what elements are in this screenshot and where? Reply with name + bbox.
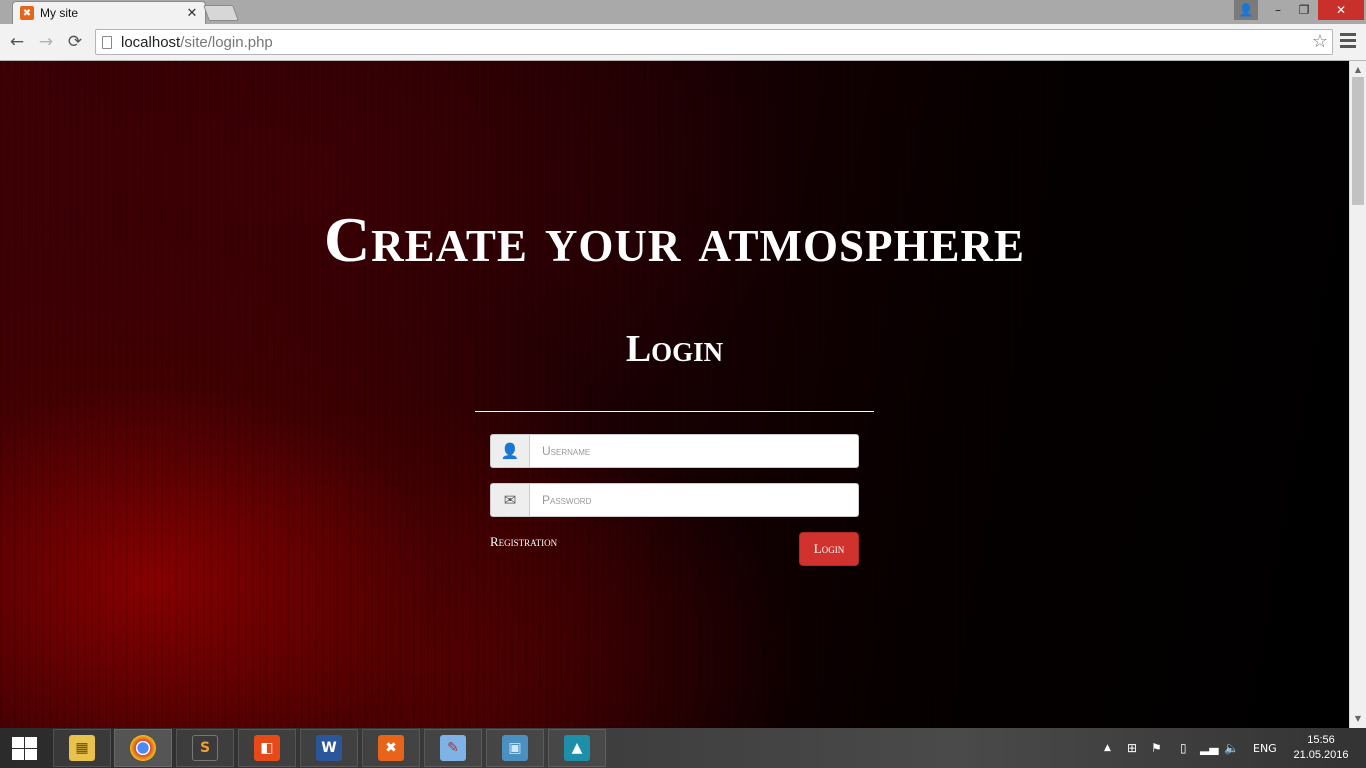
volume-icon[interactable]: 🔈: [1224, 728, 1239, 768]
login-button[interactable]: Login: [799, 532, 859, 566]
image-viewer-icon: ▲: [564, 735, 590, 761]
clock-time: 15:56: [1307, 734, 1335, 746]
action-center-flag-icon[interactable]: ⚑: [1151, 728, 1162, 768]
windows-taskbar: ▦ S ◧ W ✖ ✎ ▣ ▲ ▲ ⊞ ⚑ ▯ ▂▄ 🔈 ENG 15:56 2…: [0, 728, 1366, 768]
password-input[interactable]: [530, 484, 858, 516]
folder-icon: ▦: [69, 735, 95, 761]
xampp-icon: ✖: [378, 735, 404, 761]
taskbar-office[interactable]: ◧: [238, 729, 296, 767]
page-icon: [102, 35, 112, 49]
reload-icon[interactable]: ⟳: [65, 32, 85, 52]
scroll-down-arrow-icon[interactable]: ▼: [1353, 714, 1363, 724]
envelope-icon: ✉: [491, 484, 530, 516]
battery-icon[interactable]: ▯: [1180, 728, 1187, 768]
minimize-button[interactable]: –: [1266, 0, 1290, 20]
taskbar-photos[interactable]: ▣: [486, 729, 544, 767]
network-signal-icon[interactable]: ▂▄: [1200, 728, 1218, 768]
new-tab-button[interactable]: [203, 5, 239, 21]
chrome-icon: [130, 735, 156, 761]
vertical-scrollbar[interactable]: ▲ ▼: [1349, 61, 1366, 728]
tab-my-site[interactable]: ✖ My site ✕: [12, 1, 206, 24]
username-input[interactable]: [530, 435, 858, 467]
url-host: localhost: [121, 33, 181, 51]
scrollbar-thumb[interactable]: [1352, 77, 1364, 205]
password-field-group: ✉: [490, 483, 859, 517]
windows-start-icon[interactable]: [10, 736, 38, 760]
registration-link[interactable]: Registration: [490, 534, 557, 550]
windows-logo-tray-icon[interactable]: ⊞: [1127, 728, 1137, 768]
sublime-text-icon: S: [192, 735, 218, 761]
taskbar-image-viewer[interactable]: ▲: [548, 729, 606, 767]
tab-title: My site: [40, 6, 79, 20]
taskbar-chrome[interactable]: [114, 729, 172, 767]
user-icon: 👤: [491, 435, 530, 467]
user-profile-icon[interactable]: 👤: [1234, 0, 1258, 20]
browser-toolbar: ← → ⟳ localhost/site/login.php ☆: [0, 24, 1366, 61]
taskbar-sublime-text[interactable]: S: [176, 729, 234, 767]
system-clock[interactable]: 15:56 21.05.2016: [1290, 733, 1352, 763]
taskbar-paint[interactable]: ✎: [424, 729, 482, 767]
taskbar-word[interactable]: W: [300, 729, 358, 767]
browser-titlebar: ✖ My site ✕ 👤 – ❐ ✕: [0, 0, 1366, 24]
page-background: Create your atmosphere Login 👤 ✉ Registr…: [0, 61, 1349, 728]
office-icon: ◧: [254, 735, 280, 761]
show-hidden-icons-icon[interactable]: ▲: [1104, 728, 1111, 768]
divider: [475, 411, 874, 412]
language-indicator[interactable]: ENG: [1253, 728, 1277, 768]
xampp-favicon-icon: ✖: [20, 6, 34, 20]
clock-date: 21.05.2016: [1293, 749, 1349, 761]
word-icon: W: [316, 735, 342, 761]
taskbar-file-explorer[interactable]: ▦: [53, 729, 111, 767]
photos-icon: ▣: [502, 735, 528, 761]
browser-menu-icon[interactable]: [1340, 33, 1356, 49]
maximize-button[interactable]: ❐: [1292, 0, 1316, 20]
taskbar-xampp[interactable]: ✖: [362, 729, 420, 767]
back-arrow-icon[interactable]: ←: [7, 32, 27, 52]
login-title: Login: [625, 328, 724, 370]
tab-close-icon[interactable]: ✕: [185, 6, 199, 21]
page-headline: Create your atmosphere: [323, 204, 1026, 275]
url-path: /site/login.php: [180, 33, 273, 51]
address-bar[interactable]: localhost/site/login.php ☆: [95, 29, 1333, 55]
bookmark-star-icon[interactable]: ☆: [1312, 31, 1328, 52]
close-window-button[interactable]: ✕: [1318, 0, 1364, 20]
forward-arrow-icon[interactable]: →: [36, 32, 56, 52]
username-field-group: 👤: [490, 434, 859, 468]
paint-palette-icon: ✎: [440, 735, 466, 761]
scroll-up-arrow-icon[interactable]: ▲: [1353, 65, 1363, 75]
